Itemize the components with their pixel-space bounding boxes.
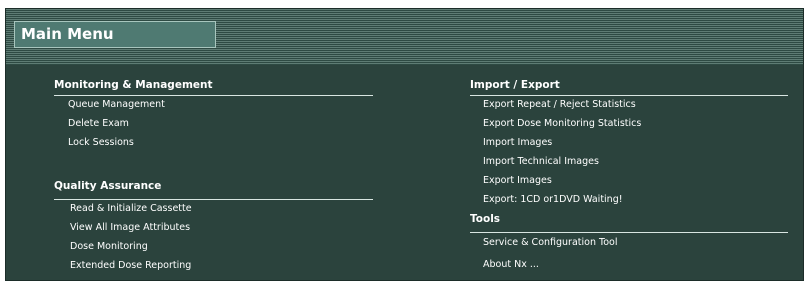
menu-item-delete-exam[interactable]: Delete Exam bbox=[68, 118, 129, 129]
menu-item-export-dose-monitoring[interactable]: Export Dose Monitoring Statistics bbox=[483, 118, 641, 129]
heading-tools: Tools bbox=[470, 213, 501, 225]
menu-item-extended-dose-reporting[interactable]: Extended Dose Reporting bbox=[70, 260, 191, 271]
menu-item-service-configuration[interactable]: Service & Configuration Tool bbox=[483, 237, 617, 248]
main-menu-panel: Main Menu Monitoring & Management Queue … bbox=[5, 8, 804, 281]
menu-item-about-nx[interactable]: About Nx ... bbox=[483, 259, 539, 270]
menu-item-dose-monitoring[interactable]: Dose Monitoring bbox=[70, 241, 148, 252]
divider-monitoring bbox=[54, 95, 373, 96]
menu-item-import-technical-images[interactable]: Import Technical Images bbox=[483, 156, 599, 167]
title-box: Main Menu bbox=[14, 21, 216, 48]
divider-quality bbox=[54, 199, 373, 200]
page-title: Main Menu bbox=[21, 25, 114, 43]
heading-quality-assurance: Quality Assurance bbox=[54, 180, 162, 192]
menu-item-lock-sessions[interactable]: Lock Sessions bbox=[68, 137, 134, 148]
divider-import-export bbox=[470, 95, 788, 96]
menu-item-view-image-attributes[interactable]: View All Image Attributes bbox=[70, 222, 190, 233]
header-band: Main Menu bbox=[6, 9, 803, 65]
menu-item-export-repeat-reject[interactable]: Export Repeat / Reject Statistics bbox=[483, 99, 636, 110]
menu-item-queue-management[interactable]: Queue Management bbox=[68, 99, 165, 110]
menu-item-read-initialize-cassette[interactable]: Read & Initialize Cassette bbox=[70, 203, 192, 214]
divider-tools bbox=[470, 232, 788, 233]
heading-monitoring-management: Monitoring & Management bbox=[54, 79, 213, 91]
heading-import-export: Import / Export bbox=[470, 79, 560, 91]
menu-item-export-cd-dvd[interactable]: Export: 1CD or1DVD Waiting! bbox=[483, 194, 623, 205]
menu-item-import-images[interactable]: Import Images bbox=[483, 137, 552, 148]
menu-item-export-images[interactable]: Export Images bbox=[483, 175, 552, 186]
